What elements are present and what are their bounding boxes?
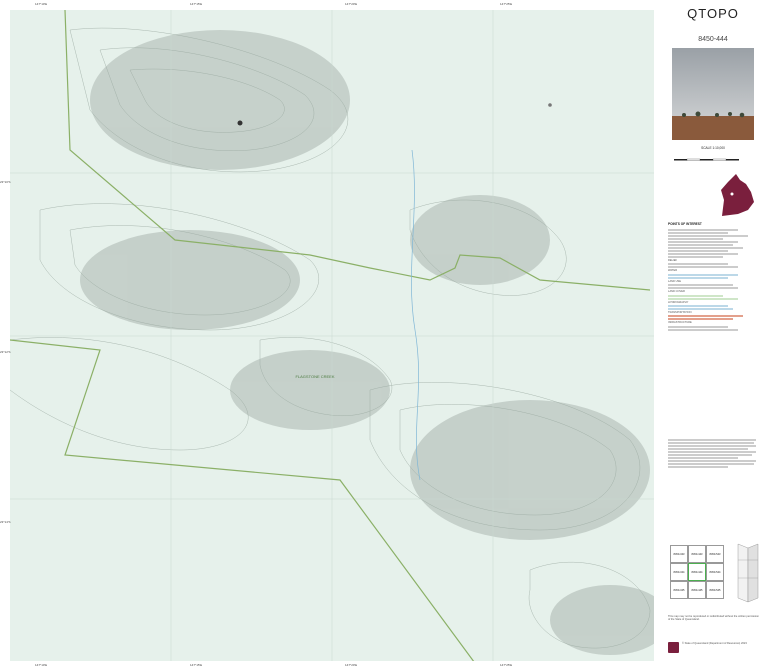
legend-section-transportation: TRANSPORTATION	[668, 311, 692, 315]
legend-section-relief: RELIEF	[668, 259, 678, 262]
coord-bottom-2: 147°15'E	[190, 663, 203, 667]
legend-section-hydrography: HYDROGRAPHY	[668, 300, 689, 304]
sheet-cell: 8450-343	[670, 545, 688, 563]
copyright-text: © State of Queensland (Department of Res…	[682, 642, 747, 645]
disclaimer-text: This map may not be reproduced or redist…	[668, 615, 759, 622]
cover-photo	[672, 48, 754, 140]
legend-section-infrastructure: INFRASTRUCTURE	[668, 321, 692, 325]
coord-left-3: 23°14'S	[0, 520, 11, 524]
coord-top-3: 147°20'E	[345, 2, 358, 6]
sheet-cell: 8450-543	[706, 545, 724, 563]
sheet-cell-current: 8450-444	[688, 563, 706, 581]
legend-section-land-use: LAND USE	[668, 279, 681, 283]
adjoining-sheets: 8450-343 8450-443 8450-543 8450-344 8450…	[670, 545, 724, 599]
notes-text	[668, 438, 758, 508]
scale-bar	[672, 152, 754, 161]
legend-heading: POINTS OF INTEREST	[668, 222, 702, 226]
locality-map	[718, 170, 758, 220]
scale-text: SCALE 1:10,000	[701, 146, 725, 150]
legend-section-land-cover: LAND COVER	[668, 290, 685, 294]
legend-section-water: WATER	[668, 269, 678, 273]
coord-left-2: 23°12'S	[0, 350, 11, 354]
coord-bottom-1: 147°10'E	[35, 663, 48, 667]
peak-icon	[237, 120, 243, 126]
place-label: FLAGSTONE CREEK	[295, 374, 334, 379]
legend-panel: QTOPO 8450-444 SCALE 1:10,000 POINTS OF …	[658, 0, 768, 671]
sheet-cell: 8450-445	[688, 581, 706, 599]
map-frame: FLAGSTONE CREEK 147°10'E 147°15'E 147°20…	[0, 0, 768, 671]
coord-bottom-4: 147°25'E	[500, 663, 513, 667]
topographic-map[interactable]: FLAGSTONE CREEK	[10, 10, 654, 661]
legend-body: RELIEF WATER LAND USE LAND COVER HYDROGR…	[668, 228, 758, 428]
map-title: QTOPO	[687, 6, 739, 21]
qld-gov-logo	[668, 642, 679, 653]
coord-left-1: 23°10'S	[0, 180, 11, 184]
sheet-cell: 8450-443	[688, 545, 706, 563]
coord-top-1: 147°10'E	[35, 2, 48, 6]
coord-top-2: 147°15'E	[190, 2, 203, 6]
sheet-cell: 8450-345	[670, 581, 688, 599]
sheet-cell: 8450-545	[706, 581, 724, 599]
map-svg: FLAGSTONE CREEK	[10, 10, 654, 661]
coord-bottom-3: 147°20'E	[345, 663, 358, 667]
coord-top-4: 147°25'E	[500, 2, 513, 6]
map-sheet-id: 8450-444	[698, 36, 728, 43]
fold-diagram	[734, 540, 760, 606]
trig-point-icon	[548, 103, 552, 107]
sheet-cell: 8450-544	[706, 563, 724, 581]
sheet-cell: 8450-344	[670, 563, 688, 581]
